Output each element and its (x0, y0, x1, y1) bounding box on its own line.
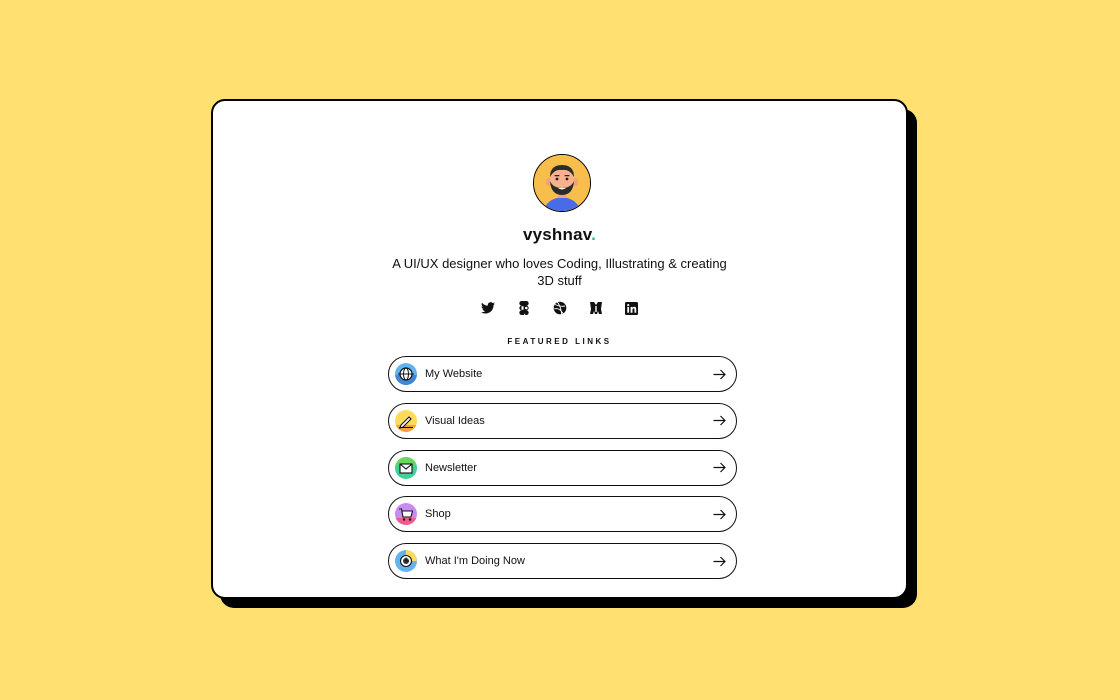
behance-icon[interactable] (587, 299, 605, 317)
link-what-im-doing-now[interactable]: What I'm Doing Now (388, 543, 737, 580)
link-label: Shop (425, 508, 451, 521)
arrow-right-icon (712, 414, 726, 428)
link-shop[interactable]: Shop (388, 496, 737, 533)
profile-name-text: vyshnav (522, 225, 592, 244)
link-label: Visual Ideas (425, 414, 485, 427)
envelope-icon (395, 456, 417, 479)
dribbble-icon[interactable] (551, 299, 569, 317)
profile-card: vyshnav. A UI/UX designer who loves Codi… (211, 99, 908, 599)
link-visual-ideas[interactable]: Visual Ideas (388, 402, 737, 439)
arrow-right-icon (712, 367, 726, 381)
globe-icon (395, 363, 417, 385)
linkedin-icon[interactable] (623, 299, 641, 317)
featured-links-list: My Website Visual Ideas Newsletter Shop (388, 356, 737, 590)
link-label: What I'm Doing Now (425, 555, 525, 568)
pencil-icon (395, 409, 417, 432)
arrow-right-icon (712, 461, 726, 475)
arrow-right-icon (712, 507, 726, 521)
profile-name: vyshnav. (213, 225, 906, 245)
featured-links-heading: FEATURED LINKS (507, 337, 612, 346)
profile-name-dot: . (591, 225, 597, 244)
figma-icon[interactable] (515, 299, 533, 317)
link-my-website[interactable]: My Website (388, 356, 737, 392)
link-newsletter[interactable]: Newsletter (388, 449, 737, 486)
cart-icon (395, 503, 417, 526)
link-label: Newsletter (425, 461, 477, 474)
profile-bio: A UI/UX designer who loves Coding, Illus… (392, 256, 727, 288)
clock-icon (395, 550, 417, 573)
avatar (533, 154, 591, 212)
social-links (213, 299, 906, 317)
link-label: My Website (425, 368, 483, 380)
arrow-right-icon (712, 554, 726, 568)
twitter-icon[interactable] (479, 299, 497, 317)
